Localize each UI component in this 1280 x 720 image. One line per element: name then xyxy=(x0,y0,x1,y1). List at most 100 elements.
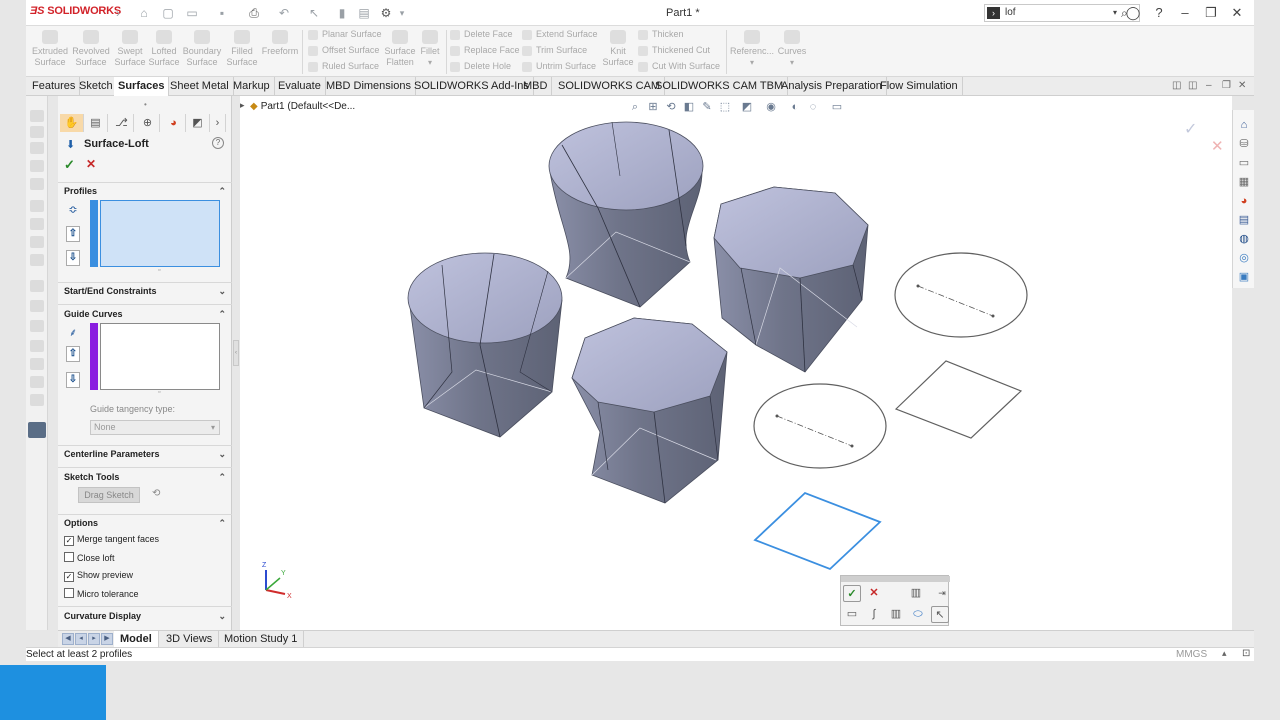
solidworks-resources-icon[interactable]: ⌂ xyxy=(1237,118,1251,132)
minimize-button[interactable]: – xyxy=(1176,4,1194,22)
last-tab-icon[interactable]: ▶ xyxy=(101,633,113,645)
chevron-right-icon[interactable]: › xyxy=(110,5,126,21)
tab-surfaces[interactable]: Surfaces xyxy=(114,77,170,96)
undo-sketch-drag-icon[interactable]: ⟲ xyxy=(152,488,160,499)
sketch-tool-icon[interactable] xyxy=(30,280,44,292)
guide-move-up-button[interactable]: ⇧ xyxy=(66,346,80,362)
tab-sheet-metal[interactable]: Sheet Metal xyxy=(166,77,234,96)
sketch-tool-icon[interactable] xyxy=(30,254,44,266)
grip-icon[interactable]: • xyxy=(144,100,147,109)
forum-icon[interactable]: ◎ xyxy=(1237,251,1251,265)
sketch-tool-icon[interactable] xyxy=(30,142,44,154)
merge-tangent-faces-checkbox[interactable]: ✓ Merge tangent faces xyxy=(64,534,159,546)
feature-manager-tab-icon[interactable]: ✋ xyxy=(60,114,84,132)
sketch-tool-icon[interactable] xyxy=(30,218,44,230)
user-icon[interactable]: ◯ xyxy=(1124,4,1142,22)
confirmation-corner[interactable]: ✓ ✕ xyxy=(1184,119,1224,155)
profiles-list[interactable] xyxy=(100,200,220,267)
planar-surface-button[interactable]: Planar Surface xyxy=(308,29,382,43)
toolbar-drag-handle[interactable] xyxy=(841,576,950,582)
tab-solidworks-add-ins[interactable]: SOLIDWORKS Add-Ins xyxy=(410,77,534,96)
dimxpert-tab-icon[interactable]: ⊕ xyxy=(136,114,160,132)
tab-model[interactable]: Model xyxy=(114,631,159,648)
select-region-icon[interactable]: ⬭ xyxy=(909,606,927,623)
sketch-tool-icon[interactable] xyxy=(30,200,44,212)
tab-solidworks-cam[interactable]: SOLIDWORKS CAM xyxy=(554,77,666,96)
help-icon[interactable]: ? xyxy=(1150,4,1168,22)
thickened-cut-button[interactable]: Thickened Cut xyxy=(638,45,710,59)
sketch-tool-icon[interactable] xyxy=(30,236,44,248)
display-style-icon[interactable]: ◩ xyxy=(740,100,754,114)
tab-evaluate[interactable]: Evaluate xyxy=(274,77,326,96)
zoom-to-area-icon[interactable]: ⊞ xyxy=(646,100,660,114)
doc-minimize-icon[interactable]: – xyxy=(1206,80,1212,91)
rapid-sketch-icon[interactable] xyxy=(28,422,46,438)
lofted-surface-octagon-top[interactable] xyxy=(713,186,869,373)
unit-system-caret-icon[interactable]: ▴ xyxy=(1222,648,1227,659)
new-document-icon[interactable]: ▢ xyxy=(160,5,176,21)
zoom-to-fit-icon[interactable]: ⌕ xyxy=(628,100,642,114)
file-properties-icon[interactable]: ▤ xyxy=(356,5,372,21)
sketch-tool-icon[interactable] xyxy=(30,376,44,388)
micro-tolerance-checkbox[interactable]: Micro tolerance xyxy=(64,588,139,599)
show-preview-checkbox[interactable]: ✓ Show preview xyxy=(64,570,133,582)
edit-appearance-icon[interactable]: ◐ xyxy=(788,100,802,114)
next-tab-icon[interactable]: ▸ xyxy=(88,633,100,645)
curves-button[interactable]: Curves ▾ xyxy=(774,30,810,74)
open-folder-icon[interactable]: ▭ xyxy=(184,5,200,21)
sketch-circle-right[interactable] xyxy=(894,252,1028,338)
close-loft-checkbox[interactable]: Close loft xyxy=(64,552,115,563)
tile-left-icon[interactable]: ◫ xyxy=(1172,80,1181,91)
sketch-tool-icon[interactable] xyxy=(30,320,44,332)
sketch-tool-icon[interactable] xyxy=(30,126,44,138)
select-pointer-icon[interactable]: ↖ xyxy=(931,606,949,623)
resize-handle-icon[interactable]: ▫ xyxy=(158,267,160,274)
select-loop-icon[interactable]: ▭ xyxy=(843,606,861,623)
sketch-tool-icon[interactable] xyxy=(30,178,44,190)
sketch-square-selected[interactable] xyxy=(753,491,882,571)
print-icon[interactable]: ⎙ xyxy=(246,5,262,21)
rebuild-icon[interactable]: ▮ xyxy=(334,5,350,21)
reference-geometry-button[interactable]: Referenc... ▾ xyxy=(730,30,774,74)
cam-tab-icon[interactable]: ◩ xyxy=(186,114,210,132)
file-explorer-icon[interactable]: ▭ xyxy=(1237,156,1251,170)
clear-selections-icon[interactable]: ▥ xyxy=(907,585,925,602)
sketch-tool-icon[interactable] xyxy=(30,394,44,406)
resize-handle-icon[interactable]: ▫ xyxy=(158,389,160,396)
select-arrow-icon[interactable]: ↖ xyxy=(306,5,322,21)
sketch-tools-section-header[interactable]: Sketch Tools ⌃ xyxy=(64,472,228,482)
feature-tree-part[interactable]: ◆ Part1 (Default<<De... xyxy=(250,101,355,112)
tab-markup[interactable]: Markup xyxy=(229,77,275,96)
ruled-surface-button[interactable]: Ruled Surface xyxy=(308,61,379,75)
doc-restore-icon[interactable]: ❐ xyxy=(1222,80,1231,91)
ok-button[interactable]: ✓ xyxy=(64,157,75,173)
move-up-button[interactable]: ⇧ xyxy=(66,226,80,242)
sketch-square-right[interactable] xyxy=(894,360,1023,439)
undo-icon[interactable]: ↶ xyxy=(276,5,292,21)
move-down-button[interactable]: ⇩ xyxy=(66,250,80,266)
chat-icon[interactable]: ▣ xyxy=(1237,270,1251,284)
guide-tangency-select[interactable]: None ▾ xyxy=(90,420,220,435)
revolved-surface-button[interactable]: Revolved Surface xyxy=(71,30,111,74)
extruded-surface-button[interactable]: Extruded Surface xyxy=(30,30,70,74)
select-sketch-icon[interactable]: ▥ xyxy=(887,606,905,623)
dynamic-annotation-icon[interactable]: ✎ xyxy=(700,100,714,114)
drag-sketch-button[interactable]: Drag Sketch xyxy=(78,487,140,503)
fillet-button[interactable]: Fillet ▾ xyxy=(416,30,444,74)
guide-curves-section-header[interactable]: Guide Curves ⌃ xyxy=(64,309,228,319)
cancel-x-icon[interactable]: ✕ xyxy=(865,585,883,602)
tile-right-icon[interactable]: ◫ xyxy=(1188,80,1197,91)
lofted-surface-circle-to-square[interactable] xyxy=(407,252,563,438)
tab-mbd-dimensions[interactable]: MBD Dimensions xyxy=(322,77,416,96)
boundary-surface-button[interactable]: Boundary Surface xyxy=(182,30,222,74)
solidworks-logo[interactable]: ƎS SOLIDWORKS xyxy=(30,5,121,17)
prev-tab-icon[interactable]: ◂ xyxy=(75,633,87,645)
sketch-tool-icon[interactable] xyxy=(30,340,44,352)
untrim-surface-button[interactable]: Untrim Surface xyxy=(522,61,596,75)
ok-check-icon[interactable]: ✓ xyxy=(843,585,861,602)
thicken-button[interactable]: Thicken xyxy=(638,29,684,43)
tree-expand-icon[interactable]: ▸ xyxy=(240,100,245,111)
appearances-icon[interactable]: ◕ xyxy=(1237,194,1251,208)
profiles-section-header[interactable]: Profiles ⌃ xyxy=(64,186,228,196)
view-orientation-icon[interactable]: ⬚ xyxy=(718,100,732,114)
